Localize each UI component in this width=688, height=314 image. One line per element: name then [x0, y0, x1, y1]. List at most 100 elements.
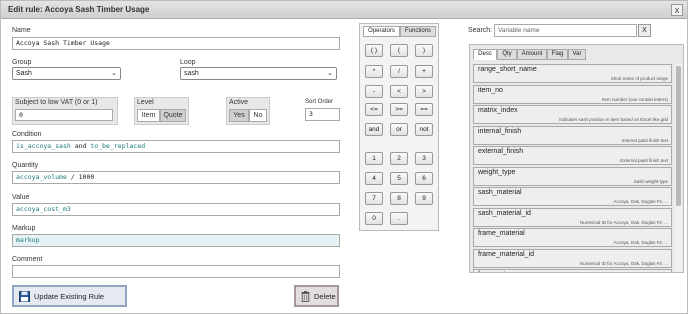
key-button[interactable]: 5 [390, 172, 408, 185]
key-button[interactable]: and [365, 123, 383, 136]
variable-name: range_short_name [478, 66, 537, 73]
delete-label: Delete [314, 292, 336, 301]
key-button[interactable]: / [390, 65, 408, 78]
variable-description: Accoya, Oak, Duglas Fir, ... [613, 199, 668, 204]
key-button[interactable]: 9 [415, 192, 433, 205]
key-button[interactable]: * [365, 65, 383, 78]
condition-input[interactable]: is_accoya_sash and to_be_replaced [12, 140, 340, 153]
key-button[interactable]: 0 [365, 212, 383, 225]
variable-item[interactable]: frame_material Accoya, Oak, Duglas Fir, .… [473, 228, 672, 247]
tab-operators[interactable]: Operators [363, 26, 400, 37]
chevron-down-icon: ⌄ [111, 70, 117, 77]
delete-button[interactable]: Delete [294, 285, 339, 307]
sort-order-input[interactable]: 3 [305, 108, 340, 121]
variable-description: Accoya, Oak, Duglas Fir, ... [613, 240, 668, 245]
variable-list-scrollbar[interactable] [675, 64, 682, 272]
trash-icon [301, 291, 310, 302]
key-button[interactable]: not [415, 123, 433, 136]
variable-name: frame_material [478, 230, 525, 237]
tab-var[interactable]: Var [568, 49, 586, 60]
condition-token: is_accoya_sash [16, 142, 71, 150]
variable-description: Short name of product range [610, 76, 668, 81]
close-button[interactable]: x [671, 4, 683, 16]
quantity-input[interactable]: accoya_volume / 1000 [12, 171, 340, 184]
key-button[interactable]: 4 [365, 172, 383, 185]
variable-item[interactable]: sash_material Accoya, Oak, Duglas Fir, ..… [473, 187, 672, 206]
variable-description: Item number (can contain letters) [601, 96, 668, 102]
key-button[interactable]: < [390, 85, 408, 98]
variable-item[interactable]: sash_material_id Numerical ID for Accoya,… [473, 207, 672, 227]
variable-name: external_finish [478, 148, 524, 155]
key-button[interactable]: == [415, 103, 433, 116]
tab-desc[interactable]: Desc [473, 49, 497, 60]
quantity-operator: / 1000 [70, 173, 95, 181]
chevron-down-icon: ⌄ [327, 70, 333, 77]
key-button[interactable]: ( [390, 44, 408, 57]
quantity-token: accoya_volume [16, 173, 67, 181]
tab-functions[interactable]: Functions [400, 26, 436, 37]
key-button[interactable]: 2 [390, 152, 408, 165]
key-button[interactable]: 6 [415, 172, 433, 185]
value-input[interactable]: accoya_cost_m3 [12, 203, 340, 216]
active-label: Active [229, 99, 249, 106]
group-select-value: Sash [16, 70, 32, 77]
key-button[interactable]: > [415, 85, 433, 98]
key-button[interactable]: 1 [365, 152, 383, 165]
tab-amount[interactable]: Amount [517, 49, 547, 60]
level-quote-toggle[interactable]: Quote [160, 109, 186, 122]
update-rule-button[interactable]: Update Existing Rule [12, 285, 127, 307]
variable-item[interactable]: matrix_index Indicates sash position in i… [473, 105, 672, 124]
key-button[interactable]: 3 [415, 152, 433, 165]
key-button[interactable]: - [365, 85, 383, 98]
variable-item[interactable]: internal_finish Internal paint finish tex… [473, 125, 672, 145]
operators-panel: Operators Functions ( ) () * / + - < > <= >= == and… [359, 23, 439, 231]
name-input[interactable]: Accoya Sash Timber Usage [12, 37, 340, 50]
comment-input[interactable] [12, 265, 340, 278]
key-button[interactable]: or [390, 123, 408, 136]
key-button[interactable]: >= [390, 103, 408, 116]
group-select[interactable]: Sash ⌄ [12, 67, 121, 80]
sort-order-label: Sort Order [305, 99, 334, 105]
variable-name: item_no [478, 86, 503, 94]
vat-label: Subject to low VAT (0 or 1) [15, 99, 98, 106]
key-button[interactable]: . [390, 212, 408, 225]
key-button[interactable]: ( ) [365, 44, 383, 57]
search-label: Search: [468, 27, 493, 34]
active-no-toggle[interactable]: No [249, 109, 267, 122]
tab-qty[interactable]: Qty [497, 49, 517, 60]
vat-input[interactable]: 0 [15, 109, 113, 121]
variable-item[interactable]: external_finish External paint finish tex… [473, 146, 672, 165]
comment-label: Comment [12, 256, 43, 263]
key-button[interactable]: <= [365, 103, 383, 116]
key-button[interactable]: 8 [390, 192, 408, 205]
variable-description: Numerical ID for Accoya, Oak, Duglas Fir… [579, 219, 668, 225]
edit-rule-dialog: Edit rule: Accoya Sash Timber Usage x Na… [0, 0, 688, 314]
variable-description: Numerical ID for Accoya, Oak, Duglas Fir… [579, 260, 668, 266]
active-yes-toggle[interactable]: Yes [229, 109, 249, 122]
variable-name: weight_type [478, 168, 516, 176]
key-button[interactable]: 7 [365, 192, 383, 205]
markup-input[interactable]: markup [12, 234, 340, 247]
key-button[interactable]: + [415, 65, 433, 78]
variable-item[interactable]: frame_material_id Numerical ID for Accoya… [473, 248, 672, 268]
search-input[interactable]: Variable name [494, 24, 637, 37]
update-rule-label: Update Existing Rule [34, 292, 105, 301]
variable-name: frame_stop [478, 271, 513, 272]
variable-item[interactable]: item_no Item number (can contain letters) [473, 84, 672, 104]
loop-select[interactable]: sash ⌄ [180, 67, 337, 80]
variable-item[interactable]: range_short_name Short name of product ra… [473, 64, 672, 83]
variable-description: External paint finish text [620, 158, 668, 163]
variable-item[interactable]: weight_type Sash weight type [473, 166, 672, 186]
key-button[interactable]: ) [415, 44, 433, 57]
loop-select-value: sash [184, 70, 199, 77]
tab-flag[interactable]: Flag [547, 49, 568, 60]
variable-item[interactable]: frame_stop [473, 269, 672, 272]
dialog-titlebar[interactable]: Edit rule: Accoya Sash Timber Usage x [1, 1, 687, 19]
condition-label: Condition [12, 131, 42, 138]
condition-operator: and [74, 142, 87, 150]
scrollbar-thumb[interactable] [676, 66, 681, 206]
clear-search-button[interactable]: X [638, 24, 651, 37]
variable-description: Indicates sash position in item based on… [559, 117, 668, 122]
level-item-toggle[interactable]: Item [137, 109, 160, 122]
variable-name: sash_material [478, 189, 522, 196]
